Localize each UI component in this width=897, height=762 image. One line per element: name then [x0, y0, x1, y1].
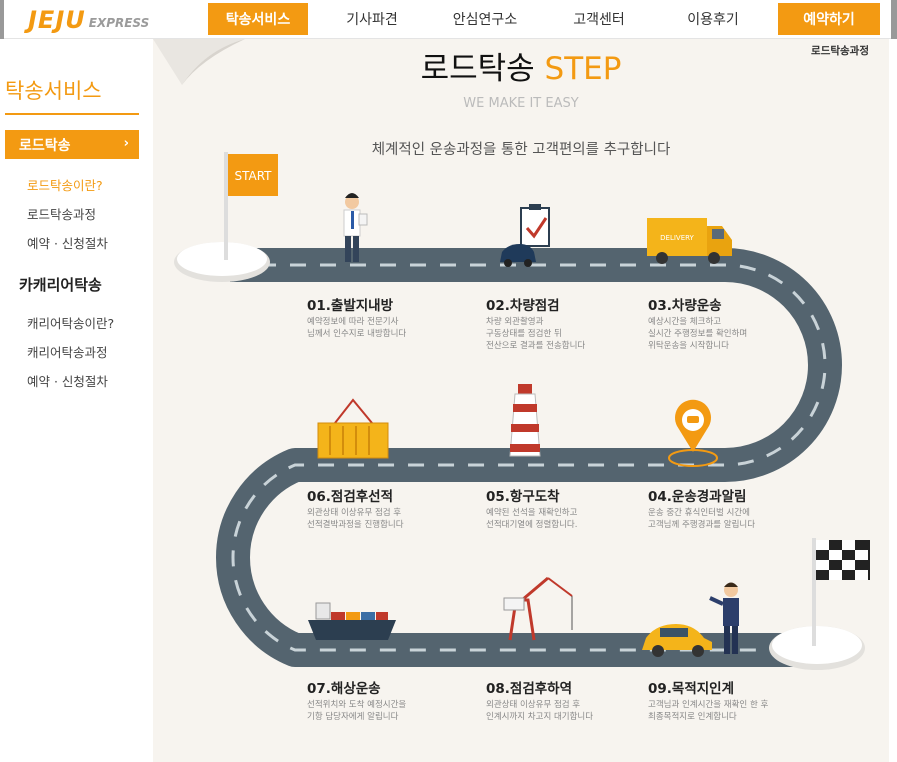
- step-desc-02-line3: 전산으로 결과를 전송합니다: [486, 341, 586, 351]
- step-desc-08: 외관상태 이상유무 점검 후 인계시까지 차고지 대기합니다: [486, 699, 616, 723]
- step-desc-01-line1: 예약정보에 따라 전문기사: [307, 317, 399, 327]
- step-title-07: 07.해상운송: [307, 681, 381, 697]
- step-desc-01-line2: 님께서 인수지로 내방합니다: [307, 329, 407, 339]
- step-desc-07-line1: 선적위치와 도착 예정시간을: [307, 700, 407, 710]
- finish-flag-icon: [769, 538, 870, 670]
- step-desc-09-line2: 최종목적지로 인계합니다: [648, 712, 737, 722]
- step-desc-04-line1: 운송 중간 휴식인터벌 시간에: [648, 508, 750, 518]
- step-title-08: 08.점검후하역: [486, 681, 573, 697]
- step-desc-04: 운송 중간 휴식인터벌 시간에 고객님께 주행경과를 알립니다: [648, 507, 778, 531]
- step-desc-05-line2: 선적대기열에 정렬합니다.: [486, 520, 578, 530]
- step-title-02: 02.차량점검: [486, 298, 560, 314]
- cargo-ship-icon: [308, 602, 396, 640]
- step-desc-03-line2: 실시간 주행정보를 확인하며: [648, 329, 748, 339]
- step-desc-02: 차량 외관촬영과 구동상태를 점검한 뒤 전산으로 결과를 전송합니다: [486, 316, 616, 352]
- step-desc-06-line2: 선적결박과정을 진행합니다: [307, 520, 404, 530]
- start-label: START: [234, 169, 272, 183]
- step-desc-03-line1: 예상시간을 체크하고: [648, 317, 722, 327]
- step-title-04: 04.운송경과알림: [648, 489, 747, 505]
- step-title-09: 09.목적지인계: [648, 681, 735, 697]
- step-desc-05: 예약된 선석을 재확인하고 선적대기열에 정렬합니다.: [486, 507, 616, 531]
- step-desc-02-line1: 차량 외관촬영과: [486, 317, 544, 327]
- step-desc-09-line1: 고객님과 인계시간을 재확인 한 후: [648, 700, 769, 710]
- step-desc-07-line2: 기항 담당자에게 알립니다: [307, 712, 399, 722]
- lighthouse-icon: [509, 384, 541, 457]
- step-desc-03: 예상시간을 체크하고 실시간 주행정보를 확인하며 위탁운송을 시작합니다: [648, 316, 778, 352]
- road-illustration: START DELIVERY: [153, 39, 870, 670]
- step-desc-04-line2: 고객님께 주행경과를 알립니다: [648, 520, 756, 530]
- truck-label: DELIVERY: [660, 234, 694, 242]
- harbor-crane-icon: [503, 576, 573, 641]
- step-desc-08-line1: 외관상태 이상유무 점검 후: [486, 700, 581, 710]
- step-title-03: 03.차량운송: [648, 298, 722, 314]
- step-title-06: 06.점검후선적: [307, 489, 394, 505]
- step-desc-07: 선적위치와 도착 예정시간을 기항 담당자에게 알립니다: [307, 699, 437, 723]
- step-desc-02-line2: 구동상태를 점검한 뒤: [486, 329, 562, 339]
- step-desc-06-line1: 외관상태 이상유무 점검 후: [307, 508, 402, 518]
- step-desc-09: 고객님과 인계시간을 재확인 한 후 최종목적지로 인계합니다: [648, 699, 798, 723]
- start-flag-icon: START: [174, 152, 278, 282]
- clipboard-check-icon: [520, 204, 550, 247]
- page-curl: [153, 39, 245, 85]
- step-desc-06: 외관상태 이상유무 점검 후 선적결박과정을 진행합니다: [307, 507, 437, 531]
- shipping-container-icon: [317, 398, 389, 459]
- step-title-05: 05.항구도착: [486, 489, 560, 505]
- step-desc-05-line1: 예약된 선석을 재확인하고: [486, 508, 578, 518]
- step-desc-08-line2: 인계시까지 차고지 대기합니다: [486, 712, 594, 722]
- step-desc-03-line3: 위탁운송을 시작합니다: [648, 341, 729, 351]
- step-desc-01: 예약정보에 따라 전문기사 님께서 인수지로 내방합니다: [307, 316, 437, 340]
- step-title-01: 01.출발지내방: [307, 298, 394, 314]
